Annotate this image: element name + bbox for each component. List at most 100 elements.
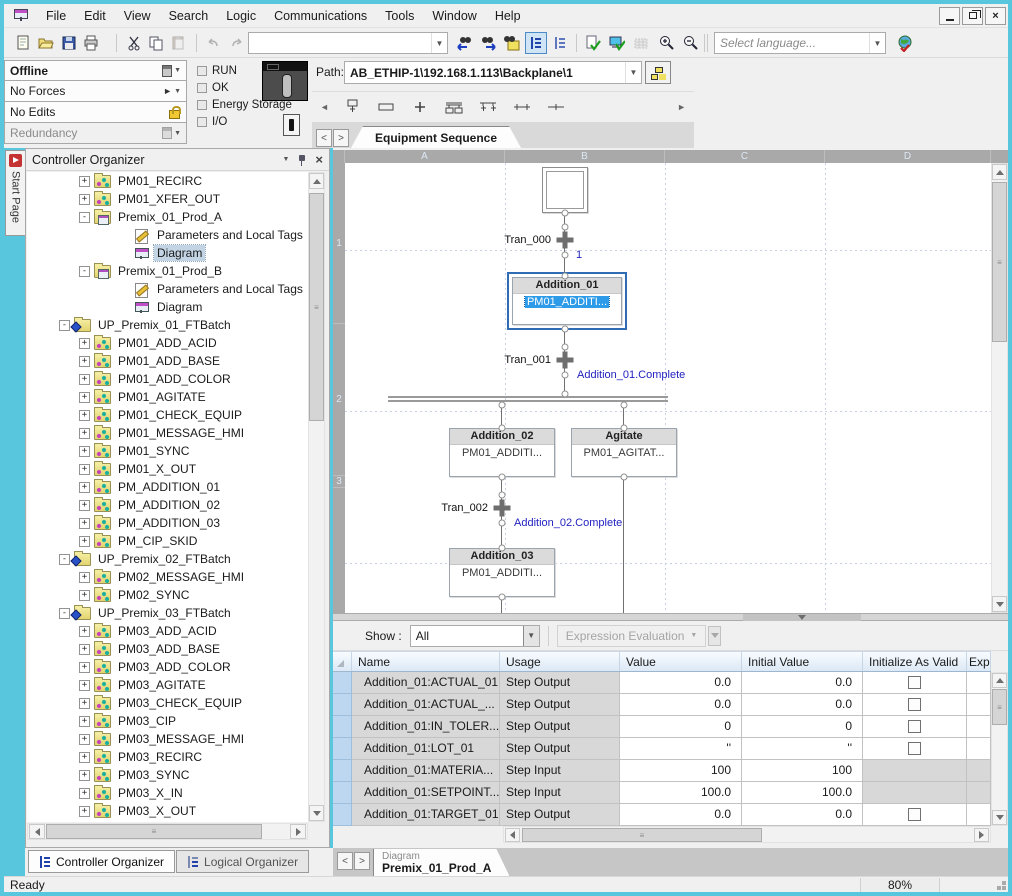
chevron-down-icon[interactable]: ▼ (523, 626, 539, 646)
parameter-name-cell[interactable]: Addition_01:LOT_01 (352, 738, 500, 760)
parameter-name-cell[interactable]: Addition_01:ACTUAL_01 (352, 672, 500, 694)
copy-button[interactable] (145, 32, 167, 54)
add-step-icon[interactable] (341, 98, 363, 116)
sfc-toolbar-right-arrow[interactable]: ► (677, 102, 686, 112)
initial-value-cell[interactable]: '' (742, 738, 863, 760)
search-combobox[interactable]: ▼ (248, 32, 448, 54)
tab-scroll-right-button[interactable]: > (333, 129, 349, 147)
expression-cell[interactable] (967, 738, 991, 760)
resize-grip[interactable] (1002, 886, 1006, 890)
tree-expander[interactable] (79, 212, 90, 223)
scroll-down-button[interactable] (992, 596, 1007, 612)
find-previous-button[interactable] (454, 32, 476, 54)
print-button[interactable] (80, 32, 102, 54)
initialize-as-valid-cell[interactable] (863, 738, 967, 760)
tree-item[interactable]: PM01_ADD_BASE (27, 352, 308, 370)
checkbox[interactable] (908, 808, 921, 821)
tree-expander[interactable] (79, 536, 90, 547)
menu-item[interactable]: Help (486, 4, 530, 28)
checkbox[interactable] (908, 676, 921, 689)
tree-expander[interactable] (79, 662, 90, 673)
sfc-toolbar-left-arrow[interactable]: ◄ (320, 102, 329, 112)
tree-expander[interactable] (59, 554, 70, 565)
tree-item[interactable]: PM_ADDITION_01 (27, 478, 308, 496)
row-selector[interactable] (333, 804, 352, 826)
tree-item[interactable]: PM03_AGITATE (27, 676, 308, 694)
step-tag[interactable]: PM01_ADDITI... (450, 567, 554, 579)
value-cell[interactable]: 0 (620, 716, 742, 738)
chevron-down-icon[interactable]: ▼ (869, 33, 885, 53)
tree-item[interactable]: PM01_MESSAGE_HMI (27, 424, 308, 442)
scroll-right-button[interactable] (290, 824, 306, 839)
tree-item[interactable]: PM_ADDITION_02 (27, 496, 308, 514)
transition-cross[interactable] (494, 500, 511, 517)
parameter-name-cell[interactable]: Addition_01:IN_TOLER... (352, 716, 500, 738)
tree-item[interactable]: PM03_X_IN (27, 784, 308, 802)
tree-item[interactable]: PM03_CHECK_EQUIP (27, 694, 308, 712)
zoom-level[interactable]: 80% (860, 878, 940, 892)
checkbox[interactable] (908, 698, 921, 711)
usage-cell[interactable]: Step Input (500, 782, 620, 804)
transition-cross[interactable] (557, 352, 574, 369)
tree-expander[interactable] (79, 266, 90, 277)
scroll-up-button[interactable] (992, 164, 1007, 180)
chevron-down-icon[interactable]: ▼ (625, 62, 641, 83)
tree-expander[interactable] (79, 680, 90, 691)
open-file-button[interactable] (35, 32, 57, 54)
diagram-table-splitter[interactable] (333, 613, 1008, 621)
tree-expander[interactable] (79, 572, 90, 583)
scrollbar-thumb[interactable]: ≡ (46, 824, 262, 839)
chevron-down-icon[interactable]: ▼ (174, 67, 181, 74)
tree-vertical-scrollbar[interactable]: ≡ (308, 172, 325, 822)
value-cell[interactable]: 0.0 (620, 672, 742, 694)
parameter-name-cell[interactable]: Addition_01:MATERIA... (352, 760, 500, 782)
initial-value-cell[interactable]: 100 (742, 760, 863, 782)
parameter-name-cell[interactable]: Addition_01:TARGET_01 (352, 804, 500, 826)
edits-row[interactable]: No Edits (4, 102, 187, 123)
tree-expander[interactable] (79, 338, 90, 349)
menu-item[interactable]: View (115, 4, 160, 28)
tree-item[interactable]: PM01_CHECK_EQUIP (27, 406, 308, 424)
tree-item[interactable]: PM03_ADD_COLOR (27, 658, 308, 676)
parameter-name-cell[interactable]: Addition_01:ACTUAL_... (352, 694, 500, 716)
initialize-as-valid-cell[interactable] (863, 782, 967, 804)
close-icon[interactable]: × (315, 152, 323, 167)
redundancy-row[interactable]: Redundancy ▼ (4, 123, 187, 144)
tab-start-page[interactable]: Start Page (5, 150, 25, 236)
tree-expander[interactable] (79, 752, 90, 763)
tree-item[interactable]: UP_Premix_03_FTBatch (27, 604, 308, 622)
toggle-logical-organizer-button[interactable] (549, 32, 571, 54)
initial-value-cell[interactable]: 0.0 (742, 672, 863, 694)
chevron-down-icon[interactable]: ▼ (174, 88, 181, 95)
redo-button[interactable] (226, 32, 248, 54)
forces-row[interactable]: No Forces ►▼ (4, 81, 187, 102)
diagram-vertical-scrollbar[interactable]: ≡ (991, 163, 1008, 613)
tree-expander[interactable] (79, 500, 90, 511)
step-agitate[interactable]: Agitate PM01_AGITAT... (571, 428, 677, 477)
tree-item[interactable]: PM_CIP_SKID (27, 532, 308, 550)
tab-controller-organizer[interactable]: Controller Organizer (28, 850, 175, 873)
menu-item[interactable]: Tools (376, 4, 423, 28)
tree-expander[interactable] (59, 320, 70, 331)
scroll-up-button[interactable] (309, 173, 324, 189)
tree-expander[interactable] (79, 626, 90, 637)
show-filter-combobox[interactable]: All ▼ (410, 625, 540, 647)
tab-diagram-premix-01-prod-a[interactable]: Diagram Premix_01_Prod_A (373, 849, 509, 876)
tree-horizontal-scrollbar[interactable]: ≡ (27, 823, 308, 840)
column-header[interactable]: Value (620, 652, 742, 671)
save-button[interactable] (58, 32, 80, 54)
restore-button[interactable] (962, 7, 983, 25)
tree-expander[interactable] (79, 464, 90, 475)
checkbox[interactable] (908, 720, 921, 733)
tree-item[interactable]: PM03_X_OUT (27, 802, 308, 820)
tree-expander[interactable] (79, 734, 90, 745)
add-transition-icon[interactable] (375, 98, 397, 116)
energy-storage-button[interactable] (283, 114, 300, 136)
expression-cell[interactable] (967, 782, 991, 804)
column-header[interactable]: Name (352, 652, 500, 671)
usage-cell[interactable]: Step Output (500, 716, 620, 738)
tree-expander[interactable] (79, 770, 90, 781)
step-tag[interactable]: PM01_AGITAT... (572, 447, 676, 459)
filterbar-overflow-button[interactable] (708, 626, 721, 646)
tree-expander[interactable] (79, 644, 90, 655)
